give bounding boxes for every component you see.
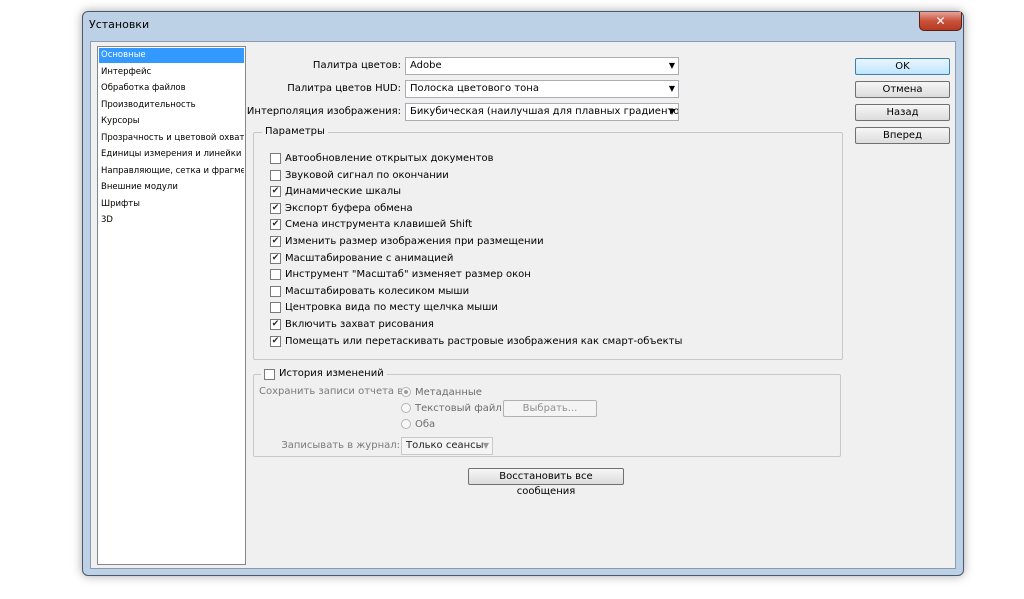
back-button[interactable]: Назад — [855, 104, 950, 121]
checkbox-checked-icon[interactable]: ✔ — [270, 202, 281, 214]
window-title: Установки — [89, 18, 150, 31]
option-label: Изменить размер изображения при размещен… — [285, 236, 544, 247]
history-group-title[interactable]: История изменений — [261, 368, 387, 380]
checkbox-checked-icon[interactable]: ✔ — [270, 186, 281, 198]
close-button[interactable]: ✕ — [919, 12, 962, 31]
radio-metadata[interactable]: Метаданные — [401, 386, 482, 400]
preferences-window: Установки ✕ Основные Интерфейс Обработка ф… — [82, 11, 964, 576]
option-row[interactable]: ✔ Помещать или перетаскивать растровые из… — [270, 335, 682, 349]
category-list[interactable]: Основные Интерфейс Обработка файлов Произво… — [97, 46, 246, 565]
option-label: Инструмент "Масштаб" изменяет размер око… — [285, 269, 531, 281]
hud-picker-select[interactable]: Полоска цветового тона ▼ — [405, 80, 679, 98]
radio-text-file-label: Текстовый файл — [415, 403, 502, 414]
option-label: Масштабирование с анимацией — [285, 252, 454, 264]
option-label: Смена инструмента клавишей Shift — [285, 219, 473, 231]
option-row[interactable]: ✔ Смена инструмента клавишей Shift — [270, 218, 472, 232]
option-label: Помещать или перетаскивать растровые изо… — [285, 335, 683, 347]
option-row[interactable]: ✔ Экспорт буфера обмена — [270, 202, 413, 216]
hud-picker-label: Палитра цветов HUD: — [287, 83, 401, 94]
option-row[interactable]: ✔ Масштабирование с анимацией — [270, 252, 453, 266]
options-group-title: Параметры — [262, 126, 328, 137]
checkbox-unchecked-icon[interactable] — [270, 169, 281, 181]
category-item[interactable]: Прозрачность и цветовой охват — [99, 131, 244, 146]
checkbox-unchecked-icon[interactable] — [270, 153, 281, 164]
option-row[interactable]: Центровка вида по месту щелчка мыши — [270, 301, 498, 315]
radio-icon — [401, 403, 411, 413]
category-item[interactable]: Единицы измерения и линейки — [99, 147, 244, 162]
history-checkbox[interactable] — [264, 369, 275, 380]
log-mode-label: Записывать в журнал: — [281, 440, 400, 451]
checkbox-checked-icon[interactable]: ✔ — [270, 219, 281, 231]
interpolation-label: Интерполяция изображения: — [246, 106, 401, 117]
radio-icon — [401, 419, 411, 429]
dropdown-arrow-icon: ▼ — [482, 441, 489, 450]
option-row[interactable]: Масштабировать колесиком мыши — [270, 285, 469, 299]
checkbox-checked-icon[interactable]: ✔ — [270, 335, 281, 347]
close-icon: ✕ — [935, 14, 946, 28]
category-item[interactable]: Направляющие, сетка и фрагменты — [99, 164, 244, 179]
category-item[interactable]: Производительность — [99, 98, 244, 113]
radio-text-file[interactable]: Текстовый файл — [401, 402, 502, 416]
category-item[interactable]: Обработка файлов — [99, 81, 244, 96]
option-label: Динамические шкалы — [285, 186, 402, 198]
options-group: Параметры Автообновление открытых докуме… — [253, 126, 843, 360]
forward-button[interactable]: Вперед — [855, 127, 950, 144]
cancel-button[interactable]: Отмена — [855, 81, 950, 98]
checkbox-checked-icon[interactable]: ✔ — [270, 319, 281, 330]
radio-both-label: Оба — [415, 419, 436, 430]
category-item[interactable]: Основные — [99, 48, 244, 63]
category-item[interactable]: 3D — [99, 213, 244, 228]
dropdown-arrow-icon: ▼ — [668, 107, 675, 116]
interpolation-select[interactable]: Бикубическая (наилучшая для плавных град… — [405, 103, 679, 121]
option-row[interactable]: Звуковой сигнал по окончании — [270, 169, 449, 183]
choose-button[interactable]: Выбрать... — [503, 400, 597, 417]
interpolation-value: Бикубическая (наилучшая для плавных град… — [410, 106, 679, 117]
color-picker-select[interactable]: Adobe ▼ — [405, 57, 679, 75]
option-row[interactable]: ✔ Изменить размер изображения при размеще… — [270, 235, 544, 249]
history-group: История изменений Сохранить записи отчет… — [253, 368, 841, 457]
log-mode-value: Только сеансы — [406, 440, 484, 451]
radio-metadata-label: Метаданные — [415, 387, 482, 398]
option-label: Центровка вида по месту щелчка мыши — [285, 302, 498, 314]
color-picker-label: Палитра цветов: — [312, 60, 401, 71]
checkbox-checked-icon[interactable]: ✔ — [270, 252, 281, 264]
radio-both[interactable]: Оба — [401, 418, 435, 432]
option-row[interactable]: Автообновление открытых документов — [270, 152, 494, 166]
checkbox-unchecked-icon[interactable] — [270, 302, 281, 314]
dropdown-arrow-icon: ▼ — [668, 61, 675, 70]
option-label: Звуковой сигнал по окончании — [285, 169, 449, 181]
history-label: История изменений — [279, 368, 384, 379]
color-picker-value: Adobe — [410, 60, 442, 71]
option-label: Включить захват рисования — [285, 319, 434, 330]
category-item[interactable]: Интерфейс — [99, 65, 244, 80]
save-log-label: Сохранить записи отчета в: — [259, 386, 407, 397]
category-item[interactable]: Курсоры — [99, 114, 244, 129]
option-row[interactable]: ✔ Включить захват рисования — [270, 318, 434, 332]
reset-messages-button[interactable]: Восстановить все сообщения — [468, 468, 624, 497]
dialog-body: Основные Интерфейс Обработка файлов Произво… — [90, 41, 956, 569]
checkbox-checked-icon[interactable]: ✔ — [270, 236, 281, 247]
option-label: Масштабировать колесиком мыши — [285, 285, 470, 297]
hud-picker-value: Полоска цветового тона — [410, 83, 539, 94]
option-row[interactable]: Инструмент "Масштаб" изменяет размер око… — [270, 268, 531, 282]
category-item[interactable]: Внешние модули — [99, 180, 244, 195]
radio-icon — [401, 387, 411, 397]
ok-button[interactable]: OK — [855, 58, 950, 75]
option-label: Экспорт буфера обмена — [285, 202, 413, 214]
checkbox-unchecked-icon[interactable] — [270, 285, 281, 297]
category-item[interactable]: Шрифты — [99, 197, 244, 212]
log-mode-select[interactable]: Только сеансы ▼ — [401, 437, 493, 455]
dropdown-arrow-icon: ▼ — [668, 84, 675, 93]
option-label: Автообновление открытых документов — [285, 153, 494, 164]
checkbox-unchecked-icon[interactable] — [270, 269, 281, 281]
option-row[interactable]: ✔ Динамические шкалы — [270, 185, 401, 199]
title-bar[interactable]: Установки ✕ — [83, 12, 963, 38]
